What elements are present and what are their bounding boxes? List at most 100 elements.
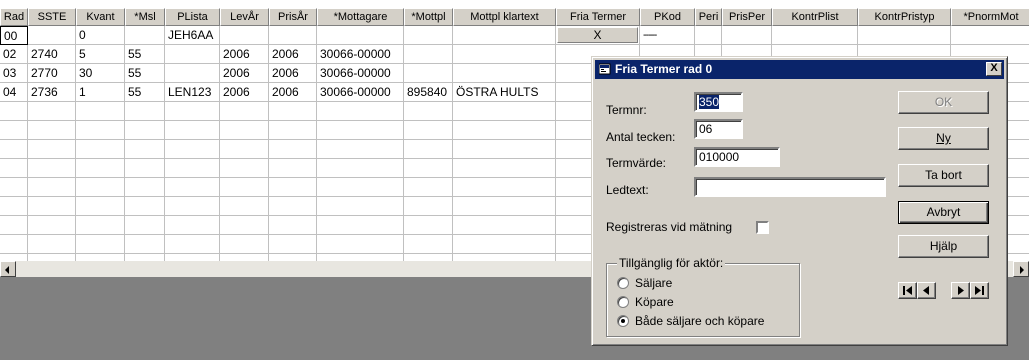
next-record-button[interactable] <box>951 282 970 299</box>
table-cell[interactable] <box>404 26 453 45</box>
column-header-14[interactable]: KontrPlist <box>772 8 858 26</box>
termnr-input[interactable]: 350 <box>694 92 743 112</box>
table-cell[interactable] <box>125 235 165 254</box>
table-cell[interactable]: ÖSTRA HULTS <box>453 83 556 102</box>
table-cell[interactable] <box>76 197 125 216</box>
table-cell[interactable] <box>165 178 220 197</box>
table-cell[interactable] <box>269 140 317 159</box>
close-button[interactable]: X <box>986 62 1002 76</box>
table-cell[interactable] <box>404 45 453 64</box>
column-header-1[interactable]: SSTE <box>28 8 76 26</box>
table-cell[interactable]: 30 <box>76 64 125 83</box>
table-cell[interactable]: 2006 <box>269 64 317 83</box>
table-cell[interactable] <box>0 235 28 254</box>
table-cell[interactable] <box>404 216 453 235</box>
table-cell[interactable] <box>0 178 28 197</box>
table-cell[interactable]: 1 <box>76 83 125 102</box>
table-cell[interactable] <box>404 235 453 254</box>
column-header-0[interactable]: Rad <box>0 8 28 26</box>
table-cell[interactable]: 30066-00000 <box>317 83 404 102</box>
table-cell[interactable] <box>317 235 404 254</box>
table-cell[interactable] <box>220 159 269 178</box>
first-record-button[interactable] <box>898 282 917 299</box>
table-cell[interactable]: 30066-00000 <box>317 45 404 64</box>
table-cell[interactable] <box>0 159 28 178</box>
table-cell[interactable] <box>0 102 28 121</box>
table-cell[interactable] <box>220 216 269 235</box>
column-header-7[interactable]: *Mottagare <box>317 8 404 26</box>
table-cell[interactable]: LEN123 <box>165 83 220 102</box>
table-cell[interactable] <box>317 197 404 216</box>
table-cell[interactable] <box>76 121 125 140</box>
table-cell[interactable] <box>772 26 858 45</box>
table-cell[interactable]: 5 <box>76 45 125 64</box>
column-header-15[interactable]: KontrPristyp <box>858 8 951 26</box>
table-cell[interactable] <box>125 140 165 159</box>
table-cell[interactable] <box>76 140 125 159</box>
table-cell[interactable] <box>76 235 125 254</box>
table-cell[interactable] <box>404 64 453 83</box>
table-cell[interactable] <box>125 121 165 140</box>
table-cell[interactable] <box>317 159 404 178</box>
table-cell[interactable] <box>76 102 125 121</box>
scroll-right-button[interactable] <box>1013 261 1029 277</box>
radio-saljare-circle[interactable] <box>617 276 629 289</box>
table-cell[interactable] <box>125 178 165 197</box>
last-record-button[interactable] <box>970 282 989 299</box>
table-cell[interactable] <box>453 45 556 64</box>
table-cell[interactable] <box>220 140 269 159</box>
table-cell[interactable]: 2006 <box>220 45 269 64</box>
ny-button[interactable]: Ny <box>898 127 989 150</box>
table-cell[interactable] <box>125 159 165 178</box>
table-cell[interactable] <box>404 197 453 216</box>
table-cell[interactable] <box>28 178 76 197</box>
column-header-4[interactable]: PLista <box>165 8 220 26</box>
radio-kopare[interactable]: Köpare <box>617 295 674 311</box>
table-cell[interactable] <box>165 197 220 216</box>
table-cell[interactable] <box>28 216 76 235</box>
table-cell[interactable] <box>453 178 556 197</box>
table-cell[interactable]: 0 <box>76 26 125 45</box>
table-cell[interactable]: X <box>556 26 640 45</box>
column-header-6[interactable]: PrisÅr <box>269 8 317 26</box>
column-header-3[interactable]: *Msl <box>125 8 165 26</box>
registreras-checkbox[interactable] <box>756 221 769 234</box>
table-cell[interactable] <box>220 26 269 45</box>
table-cell[interactable] <box>125 26 165 45</box>
table-cell[interactable]: 2736 <box>28 83 76 102</box>
table-cell[interactable] <box>28 121 76 140</box>
table-cell[interactable] <box>269 216 317 235</box>
table-cell[interactable] <box>165 216 220 235</box>
table-cell[interactable] <box>28 235 76 254</box>
column-header-11[interactable]: PKod <box>640 8 695 26</box>
table-cell[interactable]: 895840 <box>404 83 453 102</box>
table-cell[interactable]: 2740 <box>28 45 76 64</box>
table-cell[interactable] <box>269 197 317 216</box>
table-cell[interactable] <box>220 102 269 121</box>
table-cell[interactable] <box>0 197 28 216</box>
table-cell[interactable] <box>220 197 269 216</box>
table-cell[interactable]: JEH6AA <box>165 26 220 45</box>
column-header-8[interactable]: *Mottpl <box>404 8 453 26</box>
table-cell[interactable] <box>404 178 453 197</box>
table-cell[interactable] <box>28 26 76 45</box>
radio-kopare-circle[interactable] <box>617 295 629 308</box>
table-cell[interactable] <box>0 121 28 140</box>
table-cell[interactable] <box>317 178 404 197</box>
table-cell[interactable] <box>453 197 556 216</box>
table-cell[interactable] <box>404 102 453 121</box>
table-cell[interactable] <box>317 140 404 159</box>
table-cell[interactable] <box>317 216 404 235</box>
table-cell[interactable] <box>269 159 317 178</box>
table-cell[interactable] <box>125 102 165 121</box>
table-cell[interactable] <box>0 216 28 235</box>
table-cell[interactable] <box>453 102 556 121</box>
table-cell[interactable] <box>165 45 220 64</box>
table-cell[interactable] <box>28 140 76 159</box>
table-cell[interactable] <box>317 102 404 121</box>
table-cell[interactable] <box>269 178 317 197</box>
column-header-2[interactable]: Kvant <box>76 8 125 26</box>
table-cell[interactable] <box>165 140 220 159</box>
table-cell[interactable]: 55 <box>125 83 165 102</box>
table-cell[interactable] <box>220 121 269 140</box>
